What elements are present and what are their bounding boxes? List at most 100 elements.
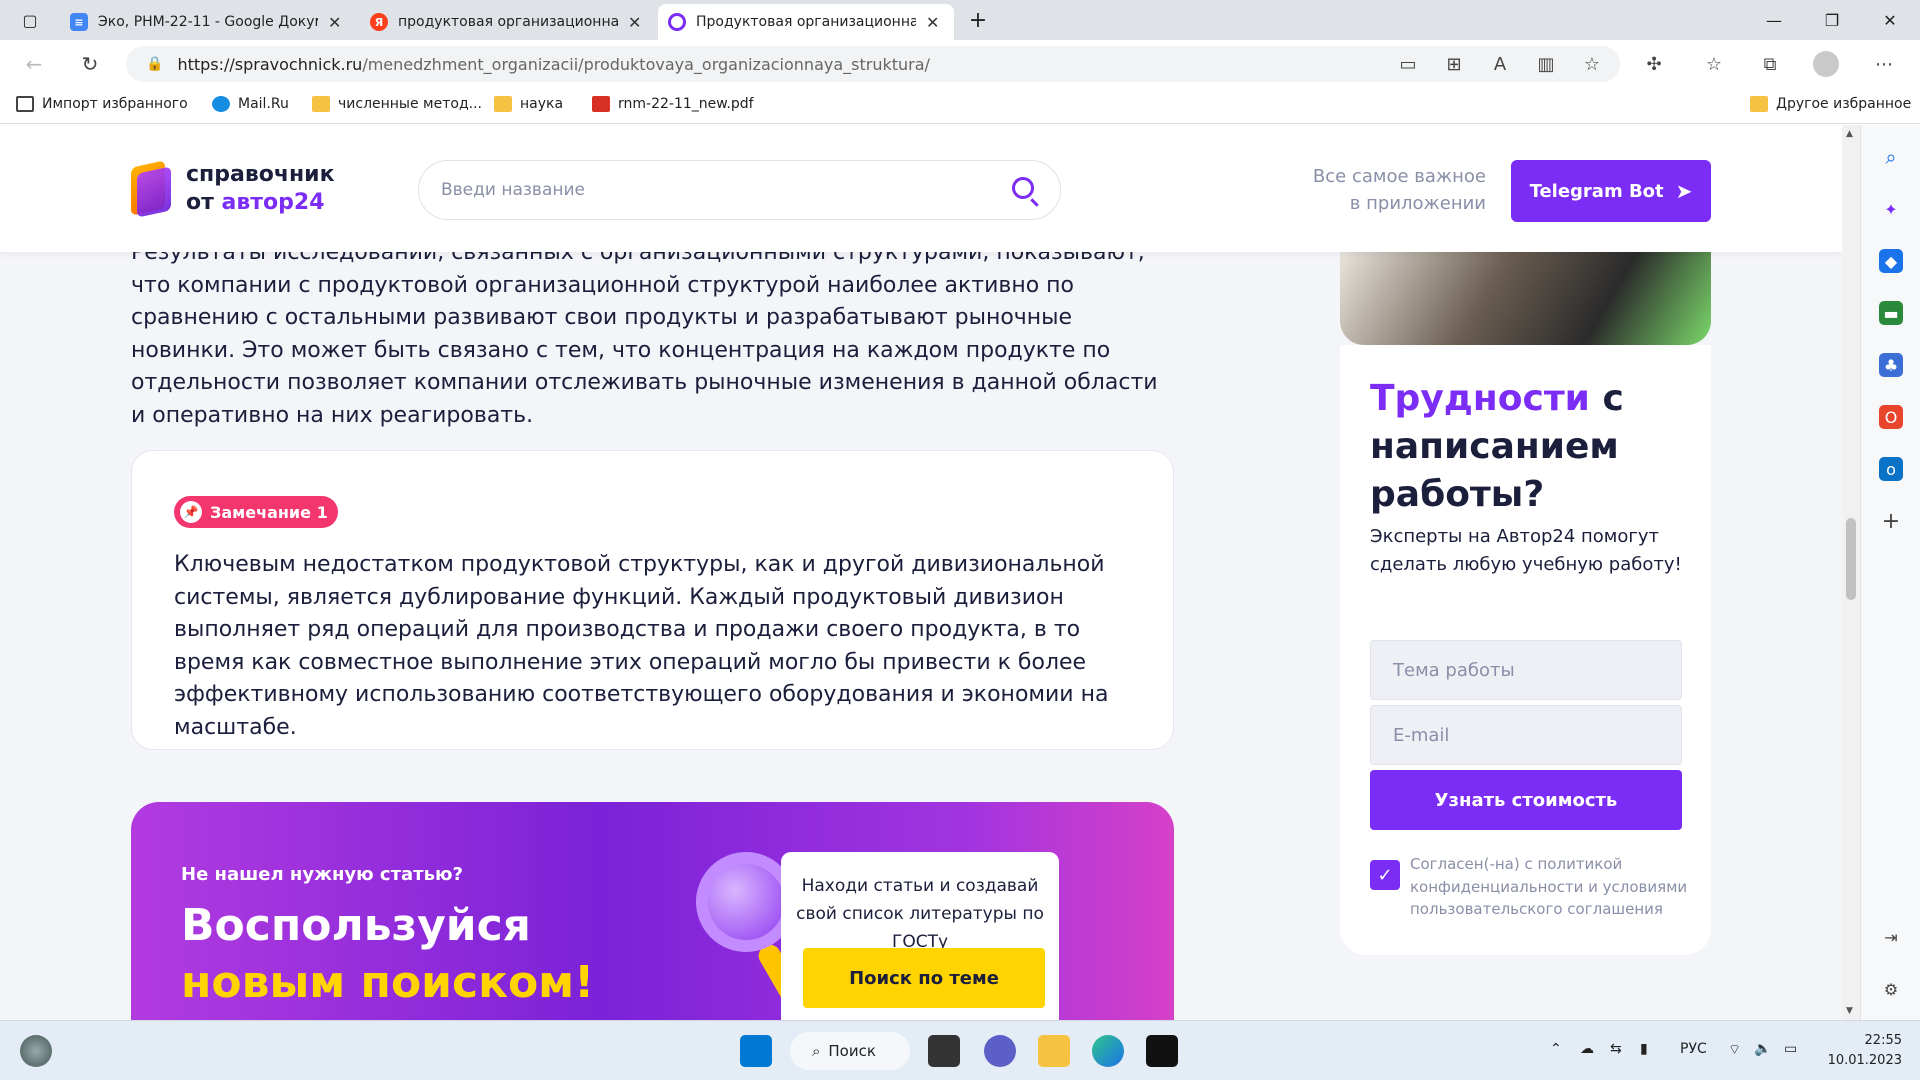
windows-taskbar: ⌕ Поиск ⌃ ☁ ⇆ ▮ РУС ⌔ 🔈 ▭ 22:55 10.01.20… xyxy=(0,1020,1920,1080)
web-page: Результаты исследований, связанных с орг… xyxy=(0,125,1842,1020)
app-promo-text[interactable]: Все самое важное в приложении xyxy=(1300,163,1486,217)
language-indicator[interactable]: РУС xyxy=(1680,1041,1707,1057)
scrollbar-thumb[interactable] xyxy=(1846,518,1856,600)
topic-input[interactable]: Тема работы xyxy=(1370,640,1682,700)
games-icon[interactable]: ♣ xyxy=(1879,353,1903,377)
teams-chat-icon[interactable] xyxy=(984,1035,1016,1067)
reload-icon[interactable]: ↻ xyxy=(72,46,108,82)
volume-icon[interactable]: 🔈 xyxy=(1754,1041,1771,1057)
bookmark-other[interactable]: Другое избранное xyxy=(1750,96,1911,112)
start-menu-icon[interactable] xyxy=(740,1035,772,1067)
profile-avatar[interactable] xyxy=(1808,46,1844,82)
note-text: Ключевым недостатком продуктовой структу… xyxy=(174,552,1109,740)
tab-docs[interactable]: ≡ Эко, РНМ-22-11 - Google Докум ✕ xyxy=(60,4,356,40)
search-icon[interactable] xyxy=(1012,177,1034,199)
close-window-icon[interactable]: ✕ xyxy=(1861,0,1919,40)
hide-sidebar-icon[interactable]: ⇥ xyxy=(1879,925,1903,949)
import-icon xyxy=(16,96,34,112)
article-paragraph: Результаты исследований, связанных с орг… xyxy=(131,240,1158,428)
tab-actions-icon[interactable]: ▢ xyxy=(0,0,60,40)
immersive-reader-icon[interactable]: ▥ xyxy=(1528,46,1564,82)
bookmark-mailru[interactable]: Mail.Ru xyxy=(212,96,289,112)
promo-heading-2: новым поиском! xyxy=(181,957,595,1008)
weather-icon[interactable] xyxy=(20,1035,52,1067)
add-icon[interactable]: + xyxy=(1879,509,1903,534)
terminal-icon[interactable] xyxy=(1146,1035,1178,1067)
bookmarks-bar: Импорт избранного Mail.Ru численные мето… xyxy=(0,88,1920,124)
restore-icon[interactable]: ❐ xyxy=(1803,0,1861,40)
pin-icon: 📌 xyxy=(180,501,202,523)
extensions-icon[interactable]: ✣ xyxy=(1636,46,1672,82)
battery-icon[interactable]: ▭ xyxy=(1784,1041,1797,1057)
agreement-text[interactable]: Согласен(-на) с политикой конфиденциальн… xyxy=(1410,853,1695,921)
lock-icon: 🔒 xyxy=(146,56,164,72)
read-aloud-icon[interactable]: A xyxy=(1482,46,1518,82)
back-icon[interactable]: ← xyxy=(16,46,52,82)
reader-mode-icon[interactable]: ▭ xyxy=(1390,46,1426,82)
search-icon: ⌕ xyxy=(812,1042,821,1060)
bookmark-import[interactable]: Импорт избранного xyxy=(16,96,188,112)
bookmark-pdf[interactable]: rnm-22-11_new.pdf xyxy=(592,96,754,112)
task-view-icon[interactable] xyxy=(928,1035,960,1067)
agreement-checkbox[interactable]: ✓ xyxy=(1370,860,1400,890)
minimize-icon[interactable]: — xyxy=(1745,0,1803,40)
new-tab-icon[interactable]: + xyxy=(958,0,998,40)
favorites-icon[interactable]: ☆ xyxy=(1696,46,1732,82)
add-favorite-icon[interactable]: ☆ xyxy=(1574,46,1610,82)
tray-app-icon[interactable]: ⇆ xyxy=(1610,1041,1622,1057)
address-toolbar: ← ↻ 🔒 https://spravochnick.ru/menedzhmen… xyxy=(0,40,1920,88)
settings-icon[interactable]: ⚙ xyxy=(1879,977,1903,1001)
taskbar-search[interactable]: ⌕ Поиск xyxy=(790,1032,910,1070)
get-price-button[interactable]: Узнать стоимость xyxy=(1370,770,1682,830)
spravochnick-icon xyxy=(668,13,686,31)
telegram-plane-icon: ➤ xyxy=(1675,179,1693,203)
tray-chevron-icon[interactable]: ⌃ xyxy=(1550,1041,1562,1057)
office-icon[interactable]: O xyxy=(1879,405,1903,429)
google-docs-icon: ≡ xyxy=(70,13,88,31)
site-search-input[interactable]: Введи название xyxy=(418,160,1061,220)
folder-icon xyxy=(312,96,330,112)
tray-app2-icon[interactable]: ▮ xyxy=(1640,1041,1648,1057)
close-tab-icon[interactable]: ✕ xyxy=(926,13,939,32)
file-explorer-icon[interactable] xyxy=(1038,1035,1070,1067)
order-form: Трудности с написанием работы? Эксперты … xyxy=(1340,345,1711,955)
telegram-bot-button[interactable]: Telegram Bot ➤ xyxy=(1511,160,1711,222)
email-input[interactable]: E-mail xyxy=(1370,705,1682,765)
note-card: 📌 Замечание 1 Ключевым недостатком проду… xyxy=(131,450,1174,750)
scroll-down-icon[interactable]: ▼ xyxy=(1846,1006,1853,1016)
tab-spravochnick[interactable]: Продуктовая организационная ✕ xyxy=(658,4,954,40)
wifi-icon[interactable]: ⌔ xyxy=(1728,1041,1741,1059)
form-subtitle: Эксперты на Автор24 помогут сделать любу… xyxy=(1370,526,1682,575)
search-promo-banner: Не нашел нужную статью? Воспользуйся нов… xyxy=(131,802,1174,1020)
pdf-icon xyxy=(592,96,610,112)
scroll-up-icon[interactable]: ▲ xyxy=(1846,129,1853,139)
onedrive-icon[interactable]: ☁ xyxy=(1580,1041,1594,1057)
shopping-icon[interactable]: ◆ xyxy=(1879,249,1903,273)
promo-card-text: Находи статьи и создавай свой список лит… xyxy=(796,876,1044,952)
copilot-icon[interactable]: ✦ xyxy=(1879,197,1903,221)
page-scrollbar[interactable]: ▲ ▼ xyxy=(1842,125,1860,1020)
taskbar-clock[interactable]: 22:55 10.01.2023 xyxy=(1822,1031,1902,1071)
folder-icon xyxy=(494,96,512,112)
tab-bar: ▢ ≡ Эко, РНМ-22-11 - Google Докум ✕ Я пр… xyxy=(0,0,1920,40)
outlook-icon[interactable]: o xyxy=(1879,457,1903,481)
order-form-card: Трудности с написанием работы? Эксперты … xyxy=(1340,252,1711,1020)
bookmark-folder-science[interactable]: наукa xyxy=(494,96,563,112)
tools-icon[interactable]: ▬ xyxy=(1879,301,1903,325)
close-tab-icon[interactable]: ✕ xyxy=(628,13,641,32)
collections-icon[interactable]: ⧉ xyxy=(1752,46,1788,82)
site-logo-text[interactable]: справочник от автор24 xyxy=(186,161,335,217)
tab-yandex[interactable]: Я продуктовая организационная ✕ xyxy=(360,4,656,40)
edge-icon[interactable] xyxy=(1092,1035,1124,1067)
author24-logo-icon[interactable] xyxy=(131,160,171,218)
folder-icon xyxy=(1750,96,1768,112)
apps-icon[interactable]: ⊞ xyxy=(1436,46,1472,82)
close-tab-icon[interactable]: ✕ xyxy=(328,13,341,32)
more-menu-icon[interactable]: ⋯ xyxy=(1866,46,1902,82)
search-icon[interactable]: ⌕ xyxy=(1879,145,1903,169)
search-topic-button[interactable]: Поиск по теме xyxy=(803,948,1045,1008)
promo-card: Находи статьи и создавай свой список лит… xyxy=(781,852,1059,1020)
bookmark-folder-methods[interactable]: численные метод... xyxy=(312,96,482,112)
site-header: справочник от автор24 Введи название Все… xyxy=(0,125,1842,252)
promo-question: Не нашел нужную статью? xyxy=(181,864,463,885)
